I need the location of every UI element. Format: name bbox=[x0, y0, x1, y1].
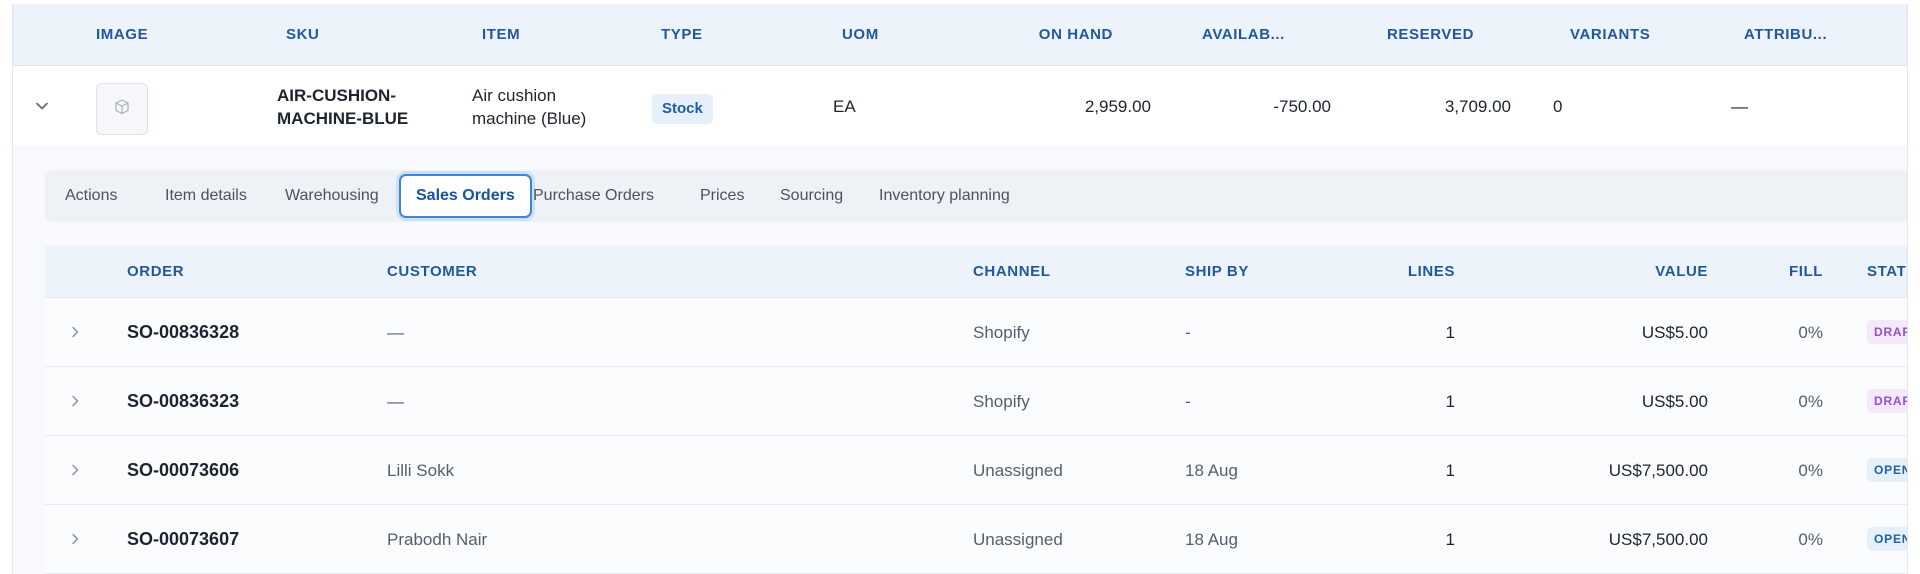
col-header-on-hand[interactable]: ON HAND bbox=[993, 4, 1113, 66]
col-header-channel[interactable]: CHANNEL bbox=[973, 246, 1051, 298]
order-ship-by: 18 Aug bbox=[1185, 461, 1238, 480]
col-header-order[interactable]: ORDER bbox=[127, 246, 184, 298]
inventory-row[interactable]: AIR-CUSHION-MACHINE-BLUE Air cushion mac… bbox=[13, 66, 1907, 146]
order-value: US$7,500.00 bbox=[1608, 461, 1708, 480]
status-badge: DRAF bbox=[1867, 389, 1907, 413]
order-customer: — bbox=[387, 392, 404, 411]
status-badge: DRAF bbox=[1867, 320, 1907, 344]
chevron-right-icon[interactable] bbox=[69, 532, 81, 546]
item-available: -750.00 bbox=[1273, 97, 1331, 116]
item-uom: EA bbox=[833, 97, 856, 116]
chevron-right-icon[interactable] bbox=[69, 463, 81, 477]
col-header-uom[interactable]: UOM bbox=[842, 4, 879, 66]
order-customer: Lilli Sokk bbox=[387, 461, 455, 480]
table-row[interactable]: SO-00836323 — Shopify - 1 US$5.00 0% DRA… bbox=[45, 367, 1907, 436]
item-on-hand: 2,959.00 bbox=[1084, 97, 1151, 116]
order-lines: 1 bbox=[1445, 530, 1455, 549]
col-header-available[interactable]: AVAILAB... bbox=[1202, 4, 1285, 66]
tab-prices[interactable]: Prices bbox=[700, 182, 744, 210]
chevron-down-icon[interactable] bbox=[35, 99, 49, 113]
item-variants: 0 bbox=[1553, 97, 1563, 116]
tab-purchase-orders[interactable]: Purchase Orders bbox=[533, 182, 654, 210]
package-icon bbox=[113, 98, 131, 121]
order-lines: 1 bbox=[1445, 392, 1455, 411]
order-number[interactable]: SO-00073607 bbox=[127, 505, 239, 574]
order-fill: 0% bbox=[1798, 530, 1823, 549]
col-header-value[interactable]: VALUE bbox=[1545, 246, 1708, 298]
order-channel: Shopify bbox=[973, 392, 1030, 411]
order-customer: Prabodh Nair bbox=[387, 530, 488, 549]
col-header-variants[interactable]: VARIANTS bbox=[1570, 4, 1650, 66]
order-value: US$7,500.00 bbox=[1608, 530, 1708, 549]
order-channel: Unassigned bbox=[973, 530, 1063, 549]
col-header-attributes[interactable]: ATTRIBU... bbox=[1744, 4, 1827, 66]
type-badge: Stock bbox=[652, 94, 713, 124]
item-reserved: 3,709.00 bbox=[1444, 97, 1511, 116]
item-name: Air cushion machine (Blue) bbox=[472, 86, 587, 128]
table-row[interactable]: SO-00073607 Prabodh Nair Unassigned 18 A… bbox=[45, 505, 1907, 574]
order-number[interactable]: SO-00073606 bbox=[127, 436, 239, 505]
order-fill: 0% bbox=[1798, 392, 1823, 411]
status-badge: OPEN bbox=[1867, 527, 1907, 551]
tab-inventory-planning[interactable]: Inventory planning bbox=[879, 182, 1010, 210]
order-channel: Shopify bbox=[973, 323, 1030, 342]
tab-warehousing[interactable]: Warehousing bbox=[285, 182, 379, 210]
item-thumbnail bbox=[96, 83, 148, 135]
item-detail-panel: Actions Item details Warehousing Sales O… bbox=[13, 146, 1907, 574]
chevron-right-icon[interactable] bbox=[69, 394, 81, 408]
order-lines: 1 bbox=[1445, 323, 1455, 342]
table-row[interactable]: SO-00073606 Lilli Sokk Unassigned 18 Aug… bbox=[45, 436, 1907, 505]
col-header-sku[interactable]: SKU bbox=[286, 4, 319, 66]
inventory-panel: IMAGE SKU ITEM TYPE UOM ON HAND AVAILAB.… bbox=[12, 4, 1908, 574]
order-number[interactable]: SO-00836328 bbox=[127, 298, 239, 367]
order-ship-by: 18 Aug bbox=[1185, 530, 1238, 549]
col-header-reserved[interactable]: RESERVED bbox=[1387, 4, 1474, 66]
detail-tabs: Actions Item details Warehousing Sales O… bbox=[45, 170, 1907, 222]
order-value: US$5.00 bbox=[1641, 323, 1708, 342]
table-row[interactable]: SO-00836328 — Shopify - 1 US$5.00 0% DRA… bbox=[45, 298, 1907, 367]
order-ship-by: - bbox=[1185, 392, 1191, 411]
item-attributes: — bbox=[1731, 97, 1748, 116]
order-channel: Unassigned bbox=[973, 461, 1063, 480]
order-value: US$5.00 bbox=[1641, 392, 1708, 411]
sales-orders-table: ORDER CUSTOMER CHANNEL SHIP BY LINES VAL… bbox=[45, 246, 1907, 574]
col-header-status[interactable]: STATU bbox=[1867, 246, 1907, 298]
tab-sales-orders[interactable]: Sales Orders bbox=[399, 174, 532, 218]
item-sku[interactable]: AIR-CUSHION-MACHINE-BLUE bbox=[277, 84, 427, 130]
sales-orders-header: ORDER CUSTOMER CHANNEL SHIP BY LINES VAL… bbox=[45, 246, 1907, 298]
order-number[interactable]: SO-00836323 bbox=[127, 367, 239, 436]
col-header-customer[interactable]: CUSTOMER bbox=[387, 246, 477, 298]
col-header-type[interactable]: TYPE bbox=[661, 4, 703, 66]
col-header-ship-by[interactable]: SHIP BY bbox=[1185, 246, 1249, 298]
order-ship-by: - bbox=[1185, 323, 1191, 342]
col-header-item[interactable]: ITEM bbox=[482, 4, 520, 66]
order-fill: 0% bbox=[1798, 323, 1823, 342]
tab-sourcing[interactable]: Sourcing bbox=[780, 182, 843, 210]
col-header-lines[interactable]: LINES bbox=[1305, 246, 1455, 298]
tab-item-details[interactable]: Item details bbox=[165, 182, 247, 210]
tab-actions[interactable]: Actions bbox=[65, 182, 117, 210]
order-customer: — bbox=[387, 323, 404, 342]
order-fill: 0% bbox=[1798, 461, 1823, 480]
col-header-image[interactable]: IMAGE bbox=[96, 4, 148, 66]
chevron-right-icon[interactable] bbox=[69, 325, 81, 339]
col-header-fill[interactable]: FILL bbox=[1725, 246, 1823, 298]
order-lines: 1 bbox=[1445, 461, 1455, 480]
status-badge: OPEN bbox=[1867, 458, 1907, 482]
inventory-table-header: IMAGE SKU ITEM TYPE UOM ON HAND AVAILAB.… bbox=[13, 4, 1907, 66]
